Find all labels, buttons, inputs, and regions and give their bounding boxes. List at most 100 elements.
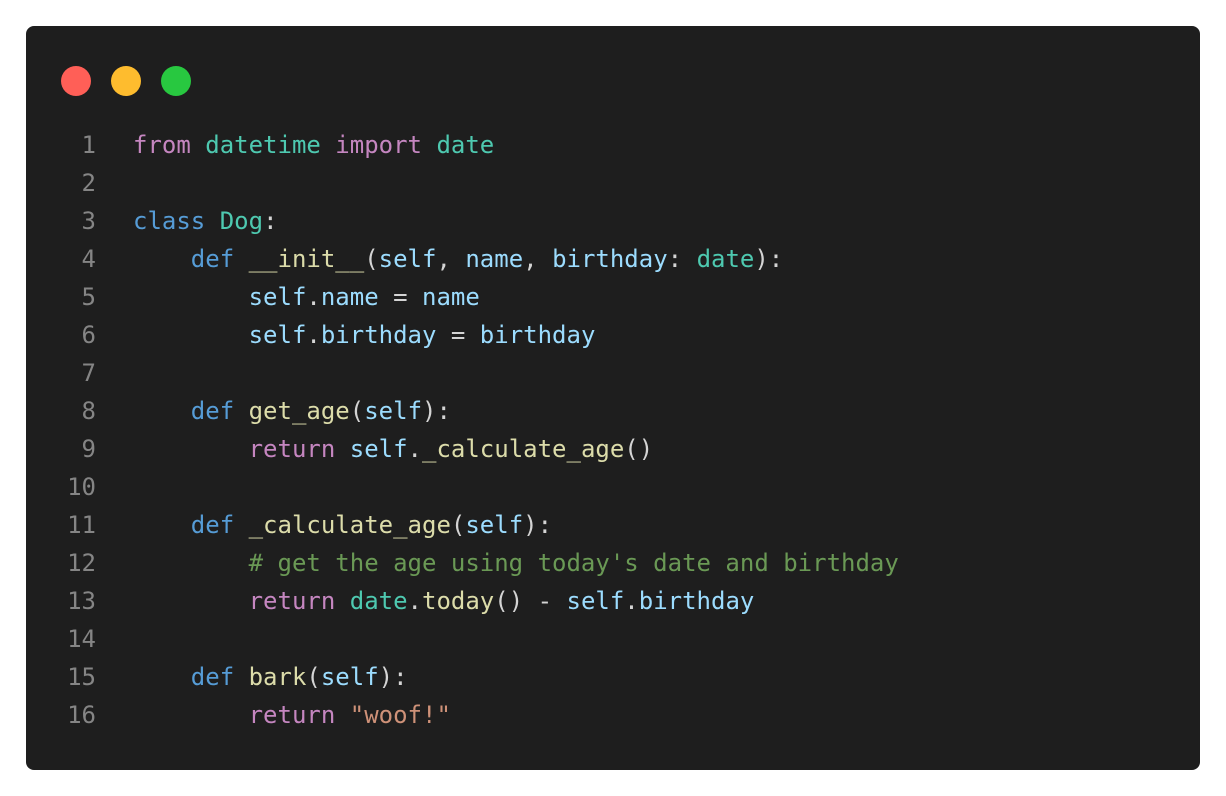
line-source: def bark(self):	[133, 658, 408, 696]
line-number: 11	[67, 511, 96, 539]
code-token: =	[378, 283, 422, 311]
code-token: class	[133, 207, 206, 235]
code-token: _calculate_age	[422, 435, 625, 463]
code-token: name	[465, 245, 524, 273]
code-token: self	[378, 245, 437, 273]
code-line: 15 def bark(self):	[26, 658, 1200, 696]
code-token: bark	[248, 663, 307, 691]
code-line: 6 self.birthday = birthday	[26, 316, 1200, 354]
minimize-dot-icon[interactable]	[111, 66, 141, 96]
code-token: def	[190, 663, 235, 691]
line-number: 16	[67, 701, 96, 729]
code-token: ):	[754, 245, 784, 273]
code-token: Dog	[219, 207, 264, 235]
code-token: self	[248, 283, 307, 311]
code-token: "woof!"	[349, 701, 451, 729]
code-token: () -	[494, 587, 567, 615]
code-line: 3 class Dog:	[26, 202, 1200, 240]
code-token: .	[306, 283, 321, 311]
code-token: date	[349, 587, 408, 615]
code-line: 2	[26, 164, 1200, 202]
code-token: self	[465, 511, 524, 539]
code-token: self	[248, 321, 307, 349]
code-line: 8 def get_age(self):	[26, 392, 1200, 430]
line-source: return "woof!"	[133, 696, 451, 734]
code-token: .	[624, 587, 639, 615]
code-token: ()	[624, 435, 654, 463]
line-source: self.name = name	[133, 278, 480, 316]
line-source: def __init__(self, name, birthday: date)…	[133, 240, 783, 278]
code-line: 11 def _calculate_age(self):	[26, 506, 1200, 544]
code-token: datetime	[205, 131, 321, 159]
line-source: from datetime import date	[133, 126, 494, 164]
code-token: from	[133, 131, 191, 159]
code-token: (	[450, 511, 466, 539]
code-line: 16 return "woof!"	[26, 696, 1200, 734]
line-number: 3	[81, 207, 96, 235]
line-number: 6	[81, 321, 96, 349]
line-number: 4	[81, 245, 96, 273]
code-line: 7	[26, 354, 1200, 392]
code-token: :	[667, 245, 697, 273]
code-line: 5 self.name = name	[26, 278, 1200, 316]
code-window: 1 from datetime import date 2 3 class Dog: 4 …	[26, 26, 1200, 770]
code-line: 13 return date.today() - self.birthday	[26, 582, 1200, 620]
code-token: date	[696, 245, 755, 273]
line-source: return date.today() - self.birthday	[133, 582, 755, 620]
code-token: ):	[378, 663, 408, 691]
code-token: :	[263, 207, 278, 235]
code-token: return	[248, 587, 336, 615]
code-token: (	[306, 663, 321, 691]
code-token: .	[407, 435, 422, 463]
line-source: def get_age(self):	[133, 392, 451, 430]
code-token: _calculate_age	[248, 511, 451, 539]
code-token: =	[436, 321, 480, 349]
code-token: # get the age using today's date and bir…	[248, 549, 899, 577]
code-token: (	[349, 397, 365, 425]
line-number: 9	[81, 435, 96, 463]
code-token: ,	[436, 245, 466, 273]
code-token: self	[349, 435, 408, 463]
line-number: 15	[67, 663, 96, 691]
code-token: self	[364, 397, 423, 425]
code-line: 1 from datetime import date	[26, 126, 1200, 164]
code-line: 4 def __init__(self, name, birthday: dat…	[26, 240, 1200, 278]
line-number: 10	[67, 473, 96, 501]
line-number: 8	[81, 397, 96, 425]
code-token: ,	[523, 245, 553, 273]
code-token: def	[190, 397, 235, 425]
code-token: ):	[523, 511, 553, 539]
code-editor[interactable]: 1 from datetime import date 2 3 class Dog: 4 …	[26, 126, 1200, 734]
code-token: (	[364, 245, 379, 273]
code-token: return	[248, 435, 336, 463]
line-number: 5	[81, 283, 96, 311]
code-token: import	[335, 131, 422, 159]
code-line: 12 # get the age using today's date and …	[26, 544, 1200, 582]
code-token: .	[407, 587, 422, 615]
maximize-dot-icon[interactable]	[161, 66, 191, 96]
close-dot-icon[interactable]	[61, 66, 91, 96]
line-number: 12	[67, 549, 96, 577]
code-token: name	[320, 283, 379, 311]
line-number: 7	[81, 359, 96, 387]
line-source: self.birthday = birthday	[133, 316, 596, 354]
code-token: ):	[422, 397, 451, 425]
